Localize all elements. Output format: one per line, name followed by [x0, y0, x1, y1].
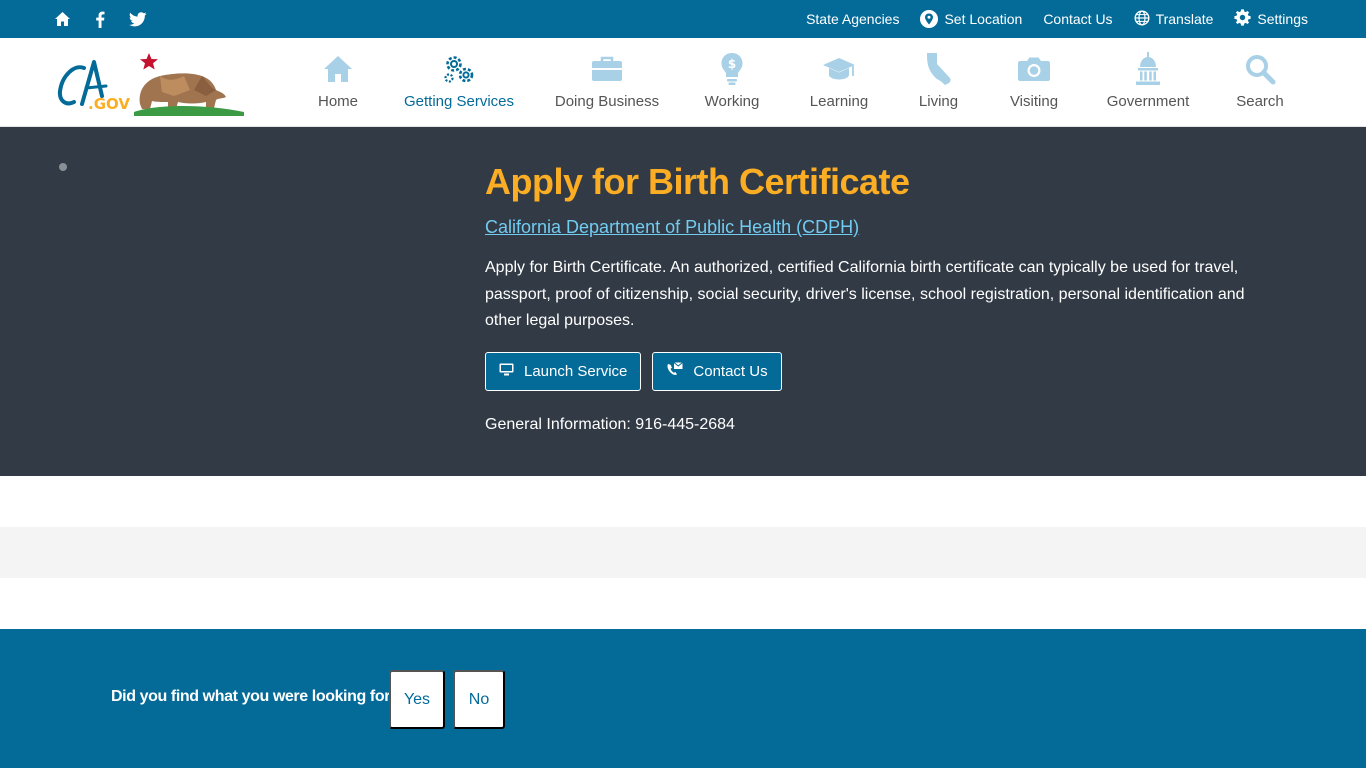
settings-link[interactable]: Settings: [1234, 9, 1308, 29]
utility-links: State Agencies Set Location Contact Us T…: [806, 0, 1308, 38]
nav-label: Working: [704, 93, 760, 110]
state-agencies-label: State Agencies: [806, 11, 900, 27]
briefcase-icon: [587, 51, 627, 87]
service-details: Apply for Birth Certificate California D…: [485, 161, 1285, 434]
nav-item-living[interactable]: Living: [893, 38, 984, 127]
translate-link[interactable]: Translate: [1134, 9, 1214, 29]
feedback-section: Did you find what you were looking for? …: [0, 629, 1366, 768]
nav-item-home[interactable]: Home: [293, 38, 383, 127]
camera-icon: [1014, 51, 1054, 87]
monitor-icon: [499, 363, 514, 380]
feedback-question: Did you find what you were looking for?: [111, 688, 400, 705]
settings-label: Settings: [1257, 11, 1308, 27]
nav-label: Visiting: [1009, 93, 1059, 110]
content-band: [0, 476, 1366, 527]
lightbulb-dollar-icon: $: [712, 51, 752, 87]
set-location-link[interactable]: Set Location: [920, 10, 1022, 28]
nav-label: Home: [317, 93, 358, 110]
contact-us-button[interactable]: Contact Us: [652, 351, 782, 391]
service-actions: Launch Service Contact Us: [485, 351, 1285, 391]
contact-us-label: Contact Us: [1043, 11, 1113, 27]
contact-us-button-label: Contact Us: [693, 362, 768, 380]
location-pin-icon: [920, 10, 939, 28]
nav-item-working[interactable]: $ Working: [679, 38, 785, 127]
nav-label: Doing Business: [554, 93, 660, 110]
capitol-icon: [1128, 51, 1168, 87]
svg-text:.GOV: .GOV: [88, 95, 130, 113]
contact-us-link[interactable]: Contact Us: [1043, 11, 1112, 27]
feedback-yes-button[interactable]: Yes: [389, 670, 445, 729]
gear-icon: [1234, 9, 1251, 29]
phone-envelope-icon: [666, 362, 684, 380]
page-title: Apply for Birth Certificate: [485, 161, 910, 202]
nav-label: Search: [1236, 93, 1284, 110]
twitter-icon[interactable]: [128, 9, 148, 29]
state-agencies-link[interactable]: State Agencies: [806, 11, 899, 27]
content-band-gray: [0, 527, 1366, 578]
house-icon: [318, 51, 358, 87]
content-band: [0, 578, 1366, 629]
search-icon: [1240, 51, 1280, 87]
nav-label: Government: [1106, 93, 1190, 110]
main-nav: Home Getting Services Doing Business $ W…: [293, 38, 1308, 127]
graduation-cap-icon: [819, 51, 859, 87]
nav-label: Living: [918, 93, 959, 110]
nav-label: Getting Services: [403, 93, 515, 110]
california-icon: [919, 51, 959, 87]
launch-service-button[interactable]: Launch Service: [485, 351, 642, 391]
nav-item-getting-services[interactable]: Getting Services: [383, 38, 535, 127]
department-link[interactable]: California Department of Public Health (…: [485, 217, 859, 238]
nav-item-government[interactable]: Government: [1084, 38, 1212, 127]
social-links: [52, 0, 148, 38]
service-hero: Apply for Birth Certificate California D…: [0, 127, 1366, 476]
utility-bar: State Agencies Set Location Contact Us T…: [0, 0, 1366, 38]
svg-text:$: $: [728, 57, 736, 71]
nav-item-doing-business[interactable]: Doing Business: [535, 38, 679, 127]
globe-icon: [1134, 9, 1150, 29]
feedback-no-button[interactable]: No: [453, 670, 505, 729]
nav-item-learning[interactable]: Learning: [785, 38, 893, 127]
carousel-dot[interactable]: [59, 163, 67, 171]
set-location-label: Set Location: [944, 11, 1023, 27]
facebook-icon[interactable]: [90, 9, 110, 29]
general-info-phone: General Information: 916-445-2684: [485, 415, 735, 433]
nav-item-search[interactable]: Search: [1212, 38, 1308, 127]
ca-gov-logo[interactable]: .GOV: [56, 46, 246, 116]
nav-label: Learning: [809, 93, 869, 110]
service-description: Apply for Birth Certificate. An authoriz…: [485, 259, 1245, 329]
launch-service-label: Launch Service: [524, 362, 628, 380]
site-header: .GOV Home Getting Services Doing Busines…: [0, 38, 1366, 127]
home-icon[interactable]: [52, 9, 72, 29]
translate-label: Translate: [1155, 11, 1214, 27]
gears-icon: [439, 51, 479, 87]
nav-item-visiting[interactable]: Visiting: [984, 38, 1084, 127]
